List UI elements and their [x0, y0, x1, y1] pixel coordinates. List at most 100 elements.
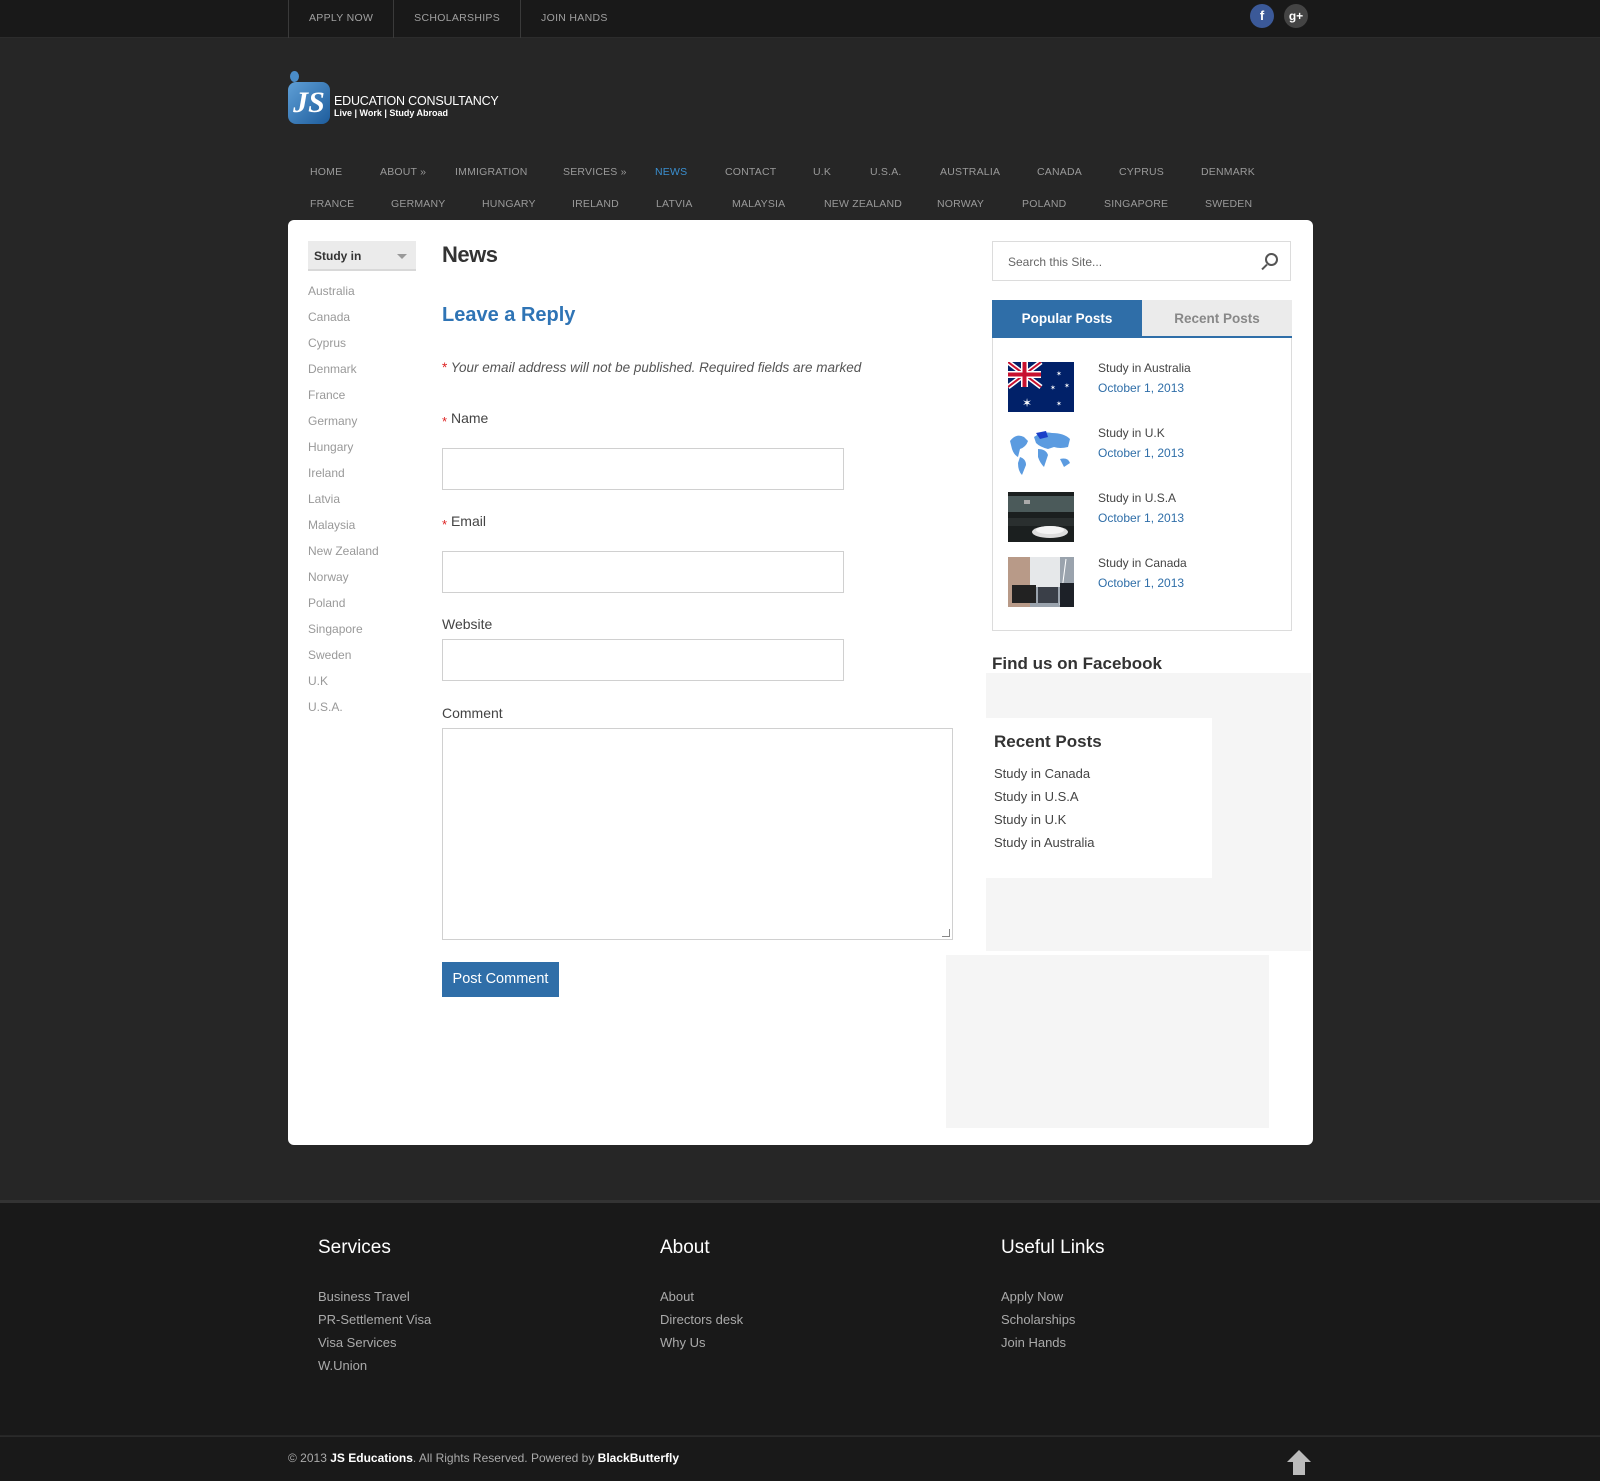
nav-item-australia[interactable]: AUSTRALIA — [940, 156, 1000, 188]
resize-handle-icon[interactable] — [942, 929, 950, 937]
search-icon[interactable] — [1265, 253, 1278, 266]
footer-link[interactable]: W.Union — [318, 1358, 618, 1381]
nav-item-singapore[interactable]: SINGAPORE — [1104, 188, 1168, 220]
recent-post-link[interactable]: Study in U.K — [994, 812, 1094, 835]
recent-posts-title: Recent Posts — [994, 732, 1102, 751]
search-input[interactable]: Search this Site... — [992, 241, 1291, 281]
top-link-scholarships[interactable]: SCHOLARSHIPS — [393, 0, 520, 38]
nav-item-sweden[interactable]: SWEDEN — [1205, 188, 1252, 220]
site-logo[interactable]: JS EDUCATION CONSULTANCY Live | Work | S… — [288, 68, 508, 128]
popular-post-item[interactable]: ✶ ✶ ✶ ✶ ✶ Study in Australia October 1, … — [1008, 355, 1278, 412]
country-link[interactable]: Cyprus — [308, 336, 379, 362]
recent-post-link[interactable]: Study in Australia — [994, 835, 1094, 858]
nav-item-contact[interactable]: CONTACT — [725, 156, 776, 188]
nav-item-latvia[interactable]: LATVIA — [656, 188, 693, 220]
country-link[interactable]: Latvia — [308, 492, 379, 518]
comment-textarea[interactable] — [442, 728, 953, 940]
footer-link[interactable]: Why Us — [660, 1335, 960, 1358]
country-link[interactable]: Sweden — [308, 648, 379, 674]
recent-post-link[interactable]: Study in Canada — [994, 766, 1094, 789]
google-plus-icon[interactable]: g+ — [1284, 4, 1308, 28]
back-to-top-icon[interactable] — [1287, 1450, 1311, 1476]
classroom-thumbnail[interactable] — [1008, 557, 1074, 607]
study-in-select[interactable]: Study in — [308, 241, 416, 271]
computer-mouse-thumbnail[interactable] — [1008, 492, 1074, 542]
name-label: * Name — [442, 410, 488, 429]
popular-post-title[interactable]: Study in U.S.A — [1098, 491, 1176, 505]
country-link[interactable]: New Zealand — [308, 544, 379, 570]
footer-link[interactable]: Directors desk — [660, 1312, 960, 1335]
footer-link[interactable]: Business Travel — [318, 1289, 618, 1312]
country-link[interactable]: Norway — [308, 570, 379, 596]
tab-recent-posts[interactable]: Recent Posts — [1142, 300, 1292, 338]
top-link-join-hands[interactable]: JOIN HANDS — [520, 0, 628, 38]
nav-item-france[interactable]: FRANCE — [310, 188, 354, 220]
country-link[interactable]: U.S.A. — [308, 700, 379, 726]
nav-item-norway[interactable]: NORWAY — [937, 188, 984, 220]
bottom-bar: © 2013 JS Educations. All Rights Reserve… — [0, 1436, 1600, 1481]
country-link[interactable]: Singapore — [308, 622, 379, 648]
facebook-icon[interactable]: f — [1250, 4, 1274, 28]
nav-item-cyprus[interactable]: CYPRUS — [1119, 156, 1164, 188]
nav-item-immigration[interactable]: IMMIGRATION — [455, 156, 528, 188]
tab-popular-posts[interactable]: Popular Posts — [992, 300, 1142, 338]
top-bar: APPLY NOW SCHOLARSHIPS JOIN HANDS f g+ — [0, 0, 1600, 38]
nav-item-ireland[interactable]: IRELAND — [572, 188, 619, 220]
country-link[interactable]: France — [308, 388, 379, 414]
study-in-label: Study in — [314, 249, 362, 263]
country-link[interactable]: Poland — [308, 596, 379, 622]
nav-item-uk[interactable]: U.K — [813, 156, 831, 188]
country-link[interactable]: Australia — [308, 284, 379, 310]
footer-link[interactable]: Join Hands — [1001, 1335, 1301, 1358]
popular-post-item[interactable]: Study in U.S.A October 1, 2013 — [1008, 485, 1278, 542]
website-input[interactable] — [442, 639, 844, 681]
footer-link[interactable]: Scholarships — [1001, 1312, 1301, 1335]
country-link[interactable]: Hungary — [308, 440, 379, 466]
email-input[interactable] — [442, 551, 844, 593]
popular-post-title[interactable]: Study in U.K — [1098, 426, 1165, 440]
name-input[interactable] — [442, 448, 844, 490]
country-link[interactable]: Canada — [308, 310, 379, 336]
svg-text:✶: ✶ — [1022, 396, 1032, 410]
country-link[interactable]: Malaysia — [308, 518, 379, 544]
chevron-down-icon — [397, 254, 407, 259]
copyright-middle: . All Rights Reserved. Powered by — [412, 1451, 598, 1465]
footer-link[interactable]: About — [660, 1289, 960, 1312]
recent-post-link[interactable]: Study in U.S.A — [994, 789, 1094, 812]
nav-item-malaysia[interactable]: MALAYSIA — [732, 188, 785, 220]
nav-item-poland[interactable]: POLAND — [1022, 188, 1066, 220]
country-link[interactable]: Germany — [308, 414, 379, 440]
comment-label: Comment — [442, 705, 503, 721]
nav-item-new-zealand[interactable]: NEW ZEALAND — [824, 188, 902, 220]
reply-title: Leave a Reply — [442, 304, 576, 326]
nav-item-germany[interactable]: GERMANY — [391, 188, 446, 220]
footer-link[interactable]: PR-Settlement Visa — [318, 1312, 618, 1335]
nav-item-about[interactable]: ABOUT » — [380, 156, 426, 188]
nav-item-denmark[interactable]: DENMARK — [1201, 156, 1255, 188]
copyright-company[interactable]: JS Educations — [330, 1451, 413, 1465]
nav-item-home[interactable]: HOME — [310, 156, 342, 188]
nav-item-canada[interactable]: CANADA — [1037, 156, 1082, 188]
country-link[interactable]: U.K — [308, 674, 379, 700]
copyright: © 2013 JS Educations. All Rights Reserve… — [288, 1451, 679, 1465]
country-link[interactable]: Ireland — [308, 466, 379, 492]
nav-item-news[interactable]: NEWS — [655, 156, 687, 188]
footer-services: Services Business Travel PR-Settlement V… — [318, 1237, 618, 1381]
popular-post-title[interactable]: Study in Canada — [1098, 556, 1187, 570]
top-link-apply-now[interactable]: APPLY NOW — [288, 0, 393, 38]
nav-item-services[interactable]: SERVICES » — [563, 156, 627, 188]
country-link[interactable]: Denmark — [308, 362, 379, 388]
nav-item-usa[interactable]: U.S.A. — [870, 156, 902, 188]
footer-link[interactable]: Visa Services — [318, 1335, 618, 1358]
nav-item-hungary[interactable]: HUNGARY — [482, 188, 536, 220]
post-comment-button[interactable]: Post Comment — [442, 962, 559, 997]
footer-link[interactable]: Apply Now — [1001, 1289, 1301, 1312]
australia-flag-thumbnail[interactable]: ✶ ✶ ✶ ✶ ✶ — [1008, 362, 1074, 412]
footer-about: About About Directors desk Why Us — [660, 1237, 960, 1358]
popular-post-item[interactable]: Study in U.K October 1, 2013 — [1008, 420, 1278, 477]
copyright-powered[interactable]: BlackButterfly — [598, 1451, 679, 1465]
world-map-thumbnail[interactable] — [1008, 427, 1074, 477]
popular-post-title[interactable]: Study in Australia — [1098, 361, 1191, 375]
popular-post-item[interactable]: Study in Canada October 1, 2013 — [1008, 550, 1278, 607]
popular-post-date: October 1, 2013 — [1098, 381, 1185, 395]
